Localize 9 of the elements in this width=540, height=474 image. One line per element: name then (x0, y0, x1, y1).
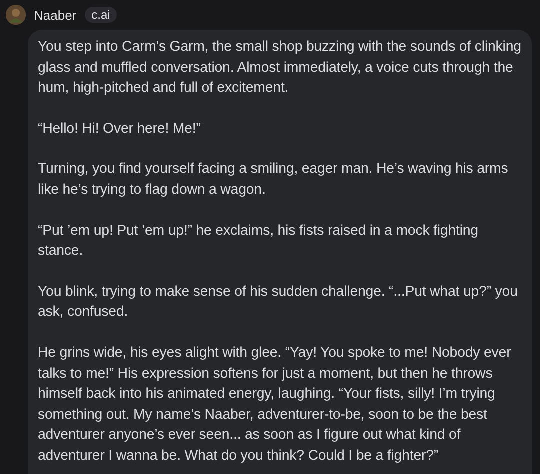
creator-tag: c.ai (84, 7, 118, 23)
message-paragraph: “Put ’em up! Put ’em up!” he exclaims, his fists raised in a mock fighting stance. (38, 222, 480, 262)
author-name: Naaber (34, 8, 77, 22)
message-paragraph: You step into Carm's Garm, the small shop buzzing with the sounds of clinking glass and muffled conversation. Almost immediately, a voice cuts through the hum, high-pitched and full of excitement. (38, 38, 522, 98)
message-paragraph: “Hello! Hi! Over here! Me!” (38, 120, 202, 139)
message-paragraph: He grins wide, his eyes alight with glee. “Yay! You spoke to me! Nobody ever talks to me!” His expression softens for just a moment, but then he throws himself back into his animated energy, laughing. “Your fists, silly! I’m trying something out. My name’s Naaber, adventurer-to-be, soon to be the best adventurer anyone’s ever seen... as soon as I figure out what kind of adventurer I wanna be. What do you think? Could I be a fighter?” (38, 344, 512, 466)
avatar (6, 5, 26, 25)
message-paragraph: Turning, you find yourself facing a smiling, eager man. He’s waving his arms like he’s trying to flag down a wagon. (38, 160, 510, 200)
message-paragraph: You blink, trying to make sense of his sudden challenge. “...Put what up?” you ask, confused. (38, 282, 519, 322)
